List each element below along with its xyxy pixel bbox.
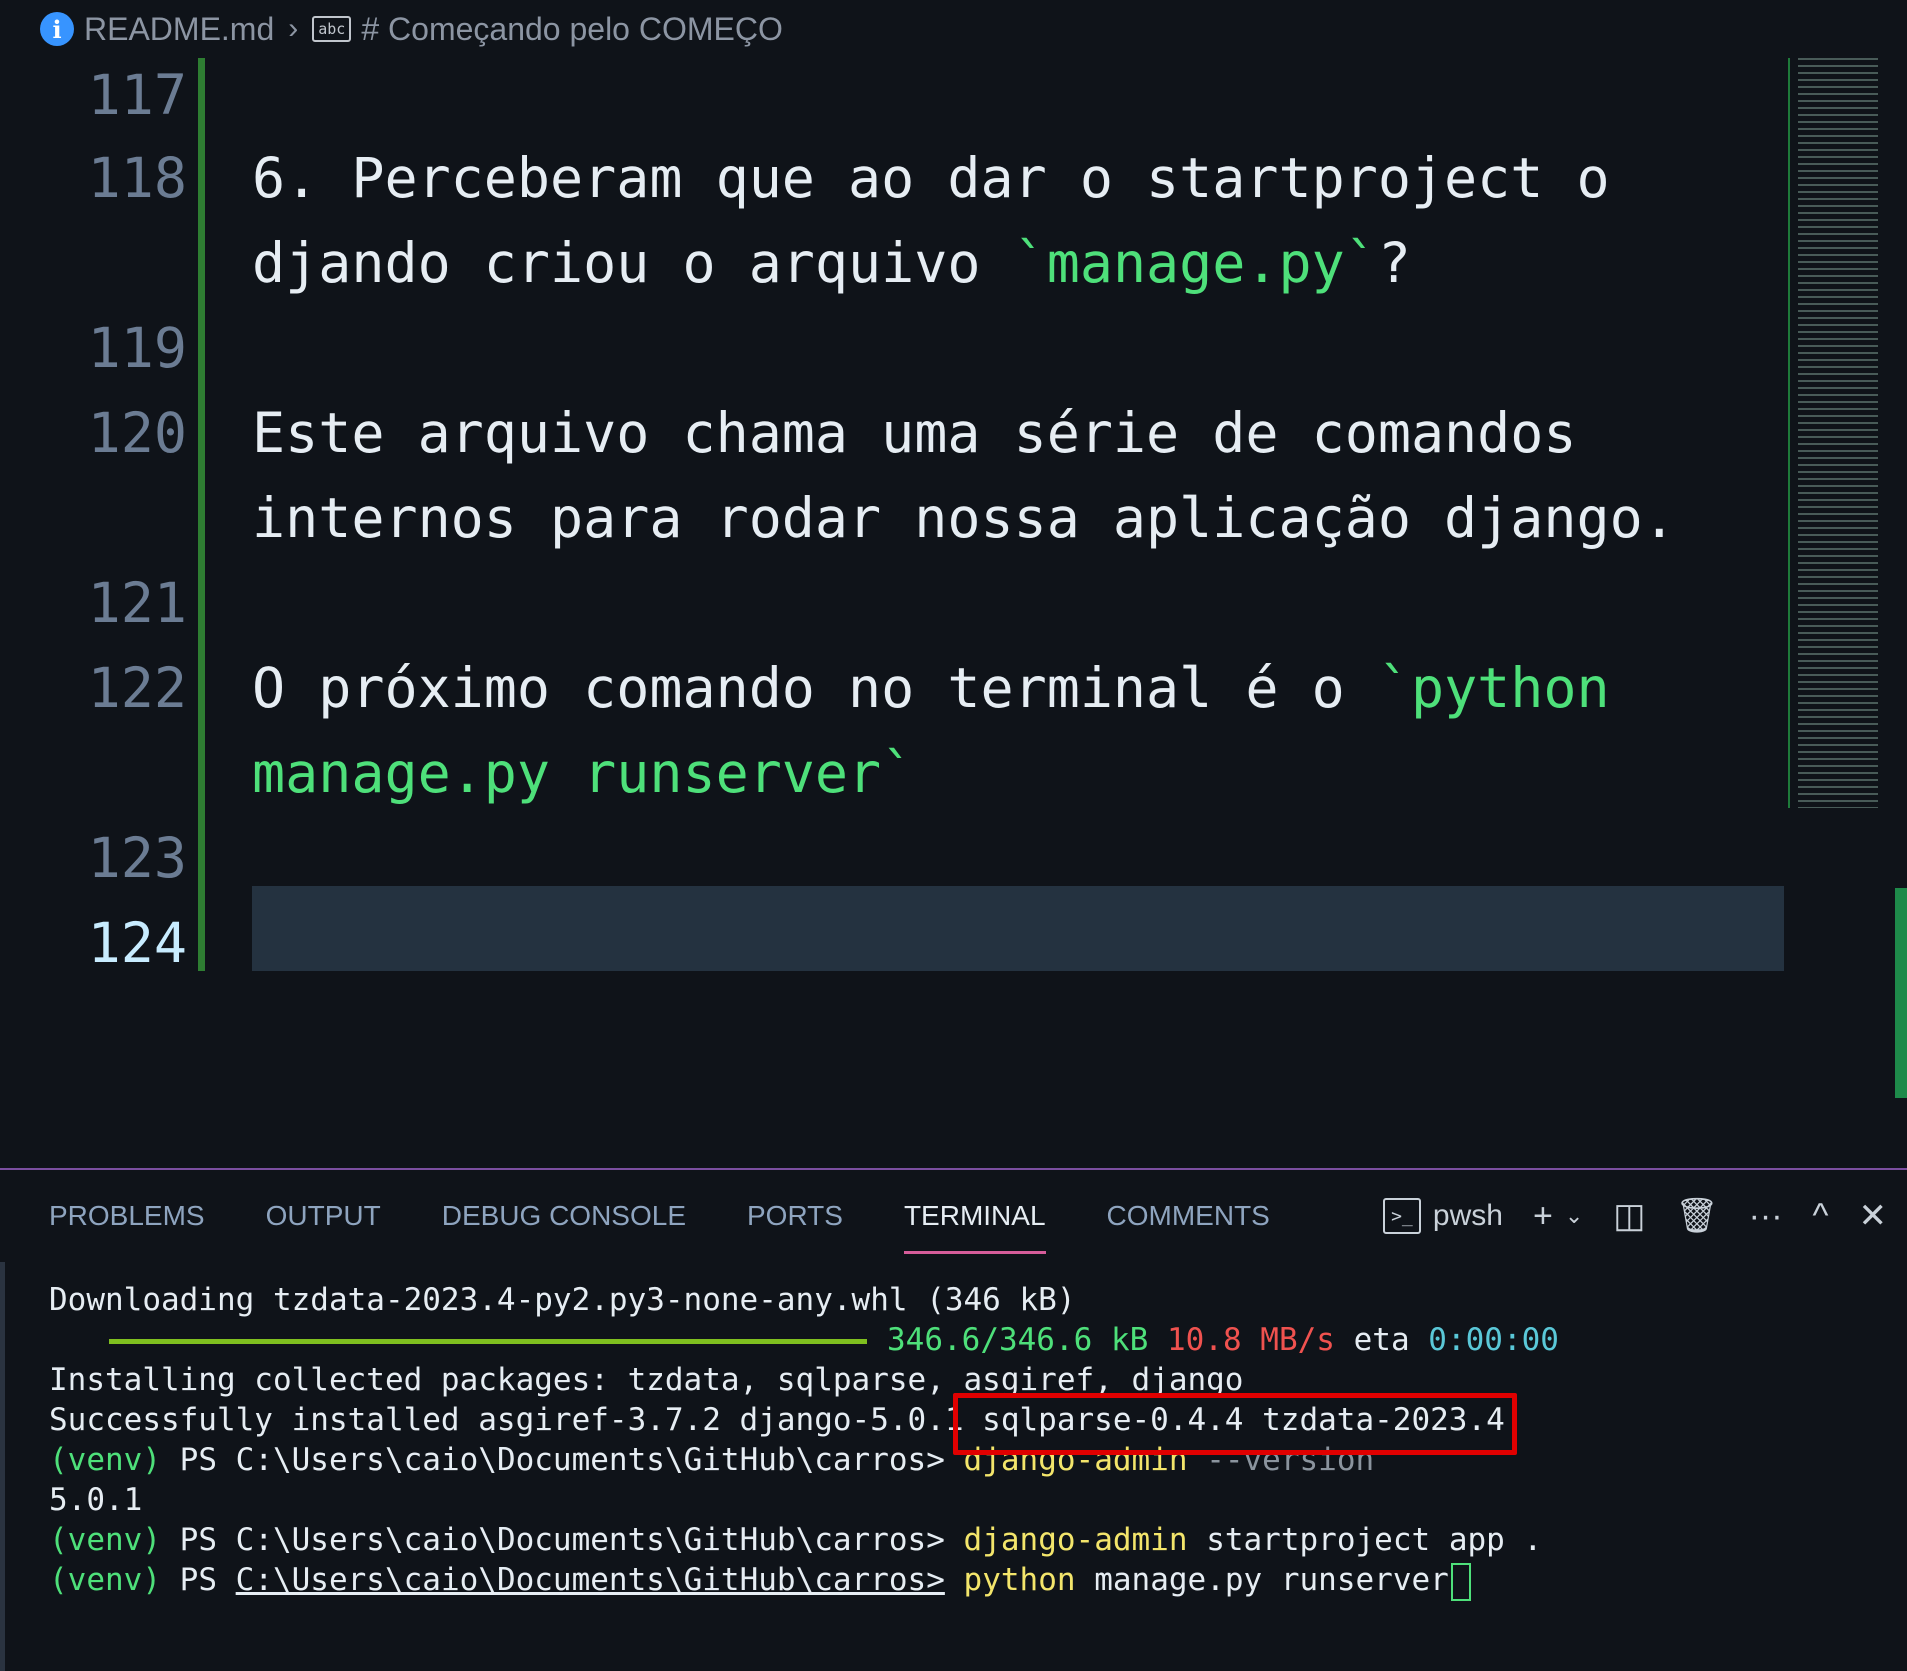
- code-line[interactable]: 6. Perceberam que ao dar o startproject …: [252, 136, 1610, 221]
- terminal-line: 5.0.1: [49, 1482, 143, 1518]
- code-line[interactable]: O próximo comando no terminal é o `pytho…: [252, 646, 1610, 731]
- code-line-wrap[interactable]: djando criou o arquivo `manage.py`?: [252, 221, 1411, 306]
- editor[interactable]: 117 118 6. Perceberam que ao dar o start…: [0, 58, 1907, 1168]
- split-terminal-icon[interactable]: ◫: [1613, 1199, 1645, 1233]
- line-number: 120: [87, 401, 187, 465]
- chevron-right-icon: ›: [288, 12, 299, 45]
- line-number: 119: [87, 316, 187, 380]
- current-line-highlight: [252, 886, 1784, 971]
- breadcrumb-section[interactable]: # Começando pelo COMEÇO: [361, 11, 783, 48]
- line-number-active: 124: [87, 911, 187, 975]
- trash-icon[interactable]: 🗑: [1675, 1199, 1718, 1233]
- terminal-output[interactable]: Downloading tzdata-2023.4-py2.py3-none-a…: [0, 1262, 1907, 1671]
- abc-string-icon: abc: [312, 16, 352, 42]
- more-icon[interactable]: ···: [1749, 1199, 1783, 1233]
- terminal-prompt-line: (venv) PS C:\Users\caio\Documents\GitHub…: [49, 1522, 1543, 1558]
- line-number: 121: [87, 571, 187, 635]
- highlight-annotation: [953, 1393, 1517, 1455]
- shell-name: pwsh: [1432, 1199, 1503, 1232]
- tab-ports[interactable]: PORTS: [747, 1170, 843, 1262]
- close-icon[interactable]: ✕: [1859, 1199, 1888, 1233]
- terminal-prompt-line: (venv) PS C:\Users\caio\Documents\GitHub…: [49, 1560, 1471, 1601]
- terminal-icon: >_: [1382, 1198, 1421, 1234]
- terminal-profile[interactable]: >_ pwsh: [1382, 1198, 1503, 1234]
- scrollbar-thumb[interactable]: [1895, 888, 1907, 1098]
- code-line-wrap[interactable]: manage.py runserver`: [252, 731, 914, 816]
- git-change-gutter: [198, 58, 205, 971]
- line-number: 117: [87, 63, 187, 127]
- line-number: 123: [87, 826, 187, 890]
- terminal-line: Downloading tzdata-2023.4-py2.py3-none-a…: [49, 1282, 1076, 1318]
- progress-line: 346.6/346.6 kB 10.8 MB/s eta 0:00:00: [109, 1320, 1559, 1360]
- info-icon: i: [40, 12, 74, 46]
- breadcrumb-file[interactable]: README.md: [84, 11, 274, 48]
- plus-icon[interactable]: +: [1533, 1199, 1553, 1233]
- line-number: 122: [87, 656, 187, 720]
- chevron-up-icon[interactable]: ^: [1813, 1199, 1829, 1233]
- code-line-wrap[interactable]: internos para rodar nossa aplicação djan…: [252, 476, 1676, 561]
- tab-output[interactable]: OUTPUT: [266, 1170, 381, 1262]
- terminal-path-link[interactable]: C:\Users\caio\Documents\GitHub\carros>: [236, 1562, 945, 1598]
- panel-actions: >_ pwsh + ⌄ ◫ 🗑 ··· ^ ✕: [1382, 1170, 1888, 1262]
- tab-comments[interactable]: COMMENTS: [1107, 1170, 1270, 1262]
- code-line[interactable]: Este arquivo chama uma série de comandos: [252, 391, 1577, 476]
- inline-code: `manage.py`: [1013, 231, 1378, 295]
- breadcrumb: i README.md › abc # Começando pelo COMEÇ…: [0, 0, 1907, 58]
- progress-bar: [109, 1339, 867, 1344]
- line-number: 118: [87, 146, 187, 210]
- chevron-down-icon[interactable]: ⌄: [1565, 1199, 1583, 1233]
- terminal-cursor: [1450, 1562, 1471, 1601]
- tab-debug-console[interactable]: DEBUG CONSOLE: [442, 1170, 686, 1262]
- inline-code: `python: [1377, 656, 1610, 720]
- minimap[interactable]: [1788, 58, 1890, 808]
- tab-terminal[interactable]: TERMINAL: [903, 1170, 1046, 1262]
- tab-problems[interactable]: PROBLEMS: [49, 1170, 205, 1262]
